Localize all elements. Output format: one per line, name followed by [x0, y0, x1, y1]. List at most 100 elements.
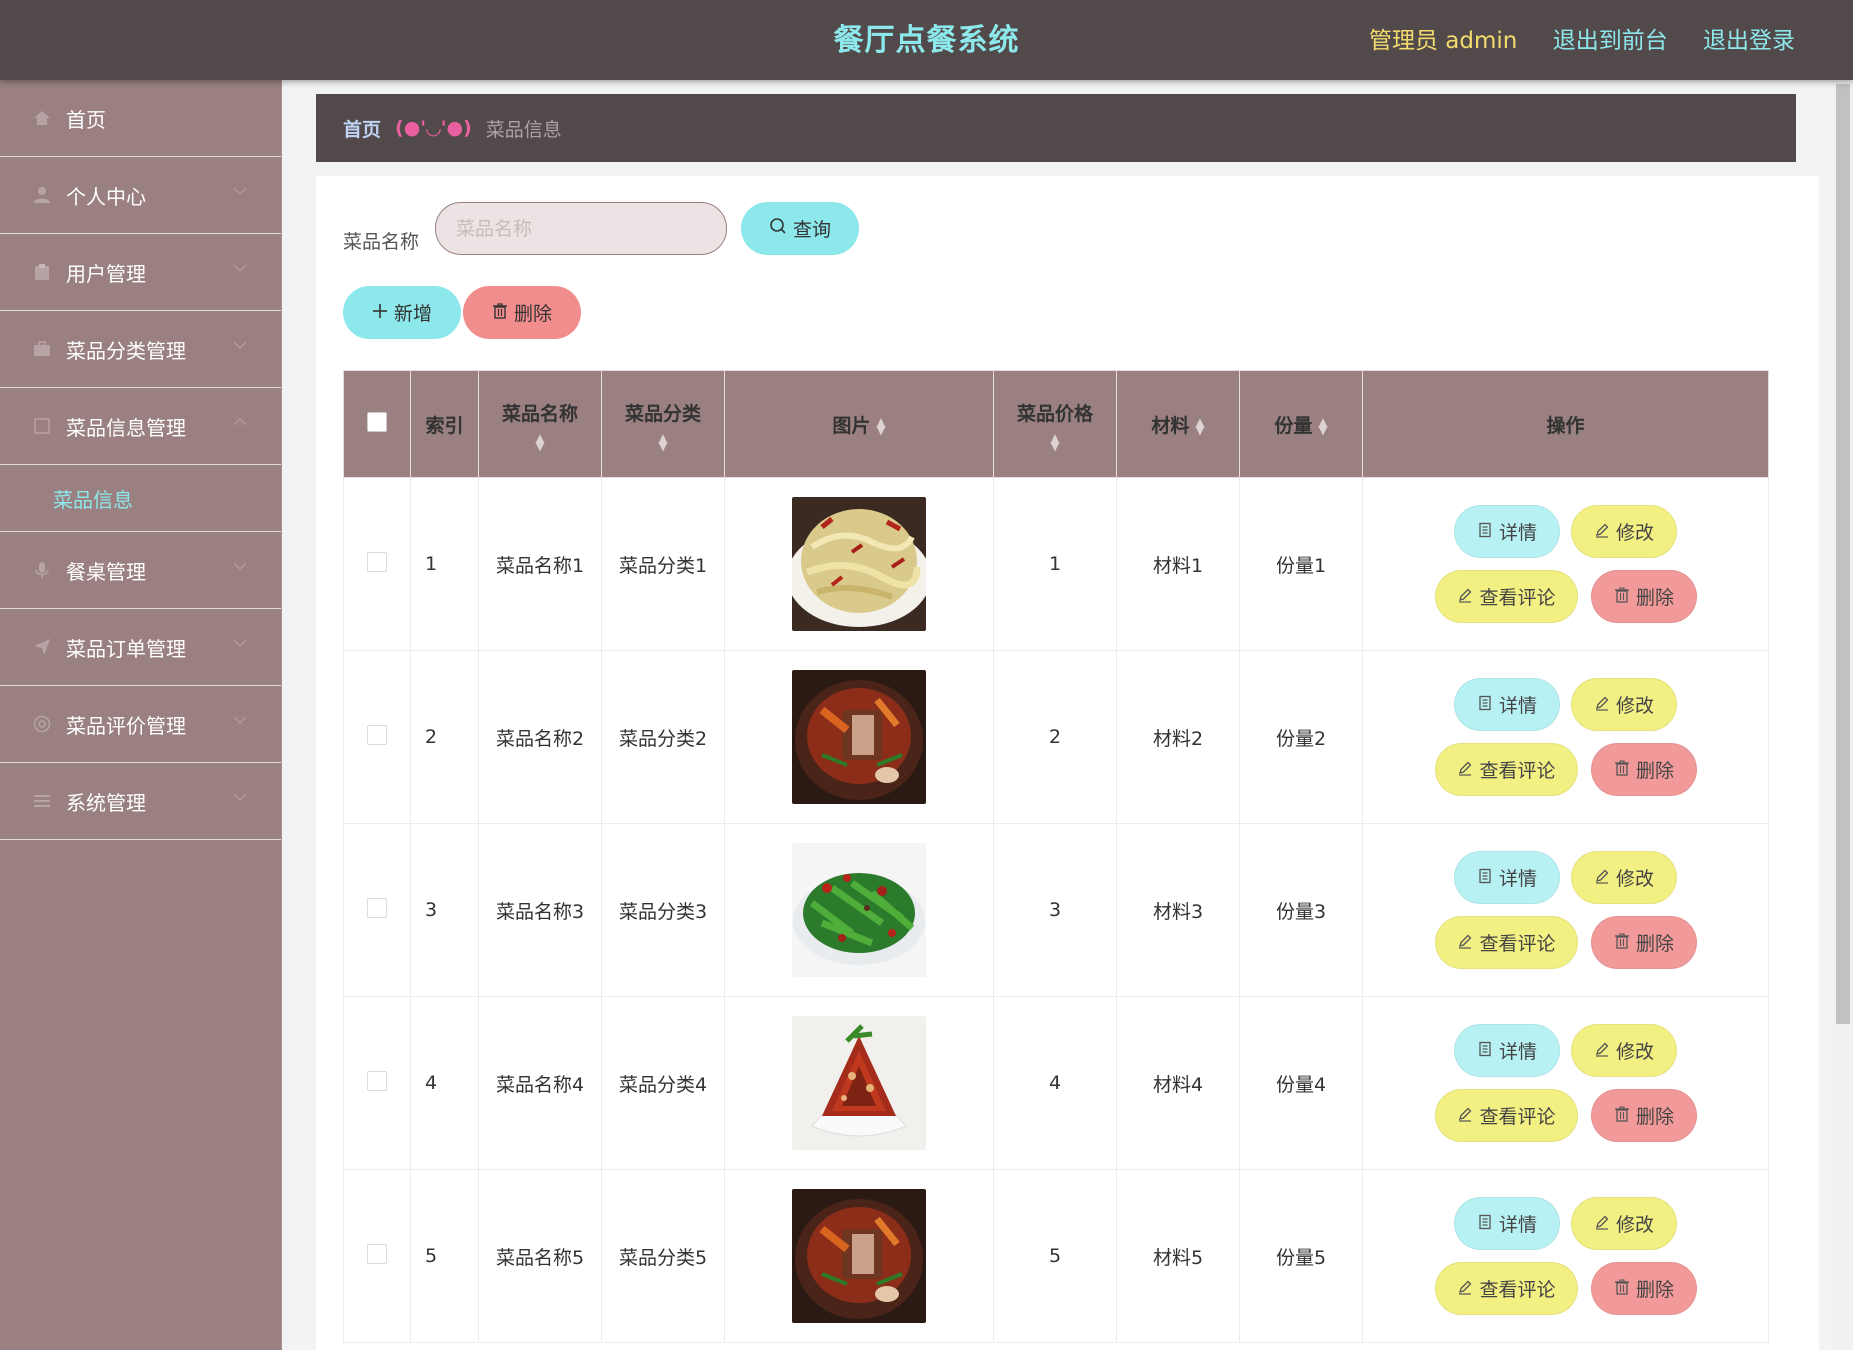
- delete-button-label: 删除: [1635, 587, 1674, 609]
- row-actions-cell: 详情 修改 查看评论 删除: [1362, 1169, 1769, 1343]
- search-icon: [769, 217, 787, 240]
- sort-icon[interactable]: ▲ ▼: [1195, 416, 1204, 436]
- dish-image[interactable]: [792, 497, 926, 631]
- row-actions-cell: 详情 修改 查看评论 删除: [1362, 823, 1769, 997]
- add-button[interactable]: 新增: [343, 286, 461, 339]
- view-comments-button[interactable]: 查看评论: [1435, 1262, 1578, 1315]
- row-checkbox[interactable]: [367, 724, 387, 745]
- row-dish-price: 4: [993, 996, 1117, 1170]
- edit-button[interactable]: 修改: [1571, 1024, 1677, 1077]
- col-image[interactable]: 图片 ▲ ▼: [724, 370, 994, 478]
- table-row: 4 菜品名称4 菜品分类4 4 材料4 份量4 详情 修改 查看评论 删除: [343, 996, 1769, 1170]
- view-comments-button[interactable]: 查看评论: [1435, 916, 1578, 969]
- dish-image[interactable]: [792, 1016, 926, 1150]
- col-name-label: 菜品名称: [501, 402, 578, 425]
- sidebar-item-dish-info-management[interactable]: 菜品信息管理: [0, 388, 281, 465]
- col-portion[interactable]: 份量 ▲ ▼: [1239, 370, 1363, 478]
- col-price[interactable]: 菜品价格 ▲ ▼: [993, 370, 1117, 478]
- logout-link[interactable]: 退出登录: [1703, 28, 1795, 54]
- edit-button[interactable]: 修改: [1571, 851, 1677, 904]
- sidebar-item-category-management[interactable]: 菜品分类管理: [0, 311, 281, 388]
- row-portion: 份量1: [1239, 477, 1363, 651]
- exit-to-front-link[interactable]: 退出到前台: [1553, 28, 1668, 54]
- sidebar-item-review-management[interactable]: 菜品评价管理: [0, 686, 281, 763]
- row-checkbox[interactable]: [367, 1070, 387, 1091]
- sidebar-item-home[interactable]: 首页: [0, 80, 281, 157]
- scrollbar-thumb[interactable]: [1836, 84, 1850, 1024]
- dish-image[interactable]: [792, 670, 926, 804]
- pencil-icon: [1457, 1278, 1473, 1300]
- sort-icon[interactable]: ▲ ▼: [1318, 416, 1327, 436]
- view-comments-button[interactable]: 查看评论: [1435, 1089, 1578, 1142]
- delete-button[interactable]: 删除: [1591, 916, 1697, 969]
- pencil-icon: [1594, 1213, 1610, 1235]
- search-input[interactable]: [435, 202, 727, 255]
- edit-button[interactable]: 修改: [1571, 678, 1677, 731]
- sort-icon[interactable]: ▲ ▼: [603, 432, 723, 452]
- document-icon: [1477, 521, 1493, 543]
- sort-icon[interactable]: ▲ ▼: [480, 432, 600, 452]
- detail-button[interactable]: 详情: [1454, 505, 1560, 558]
- document-icon: [1477, 694, 1493, 716]
- row-dish-name: 菜品名称2: [478, 650, 602, 824]
- sort-icon[interactable]: ▲ ▼: [876, 416, 885, 436]
- query-button-label: 查询: [792, 219, 831, 241]
- dish-image[interactable]: [792, 843, 926, 977]
- sidebar-item-system-management[interactable]: 系统管理: [0, 763, 281, 840]
- delete-button[interactable]: 删除: [1591, 570, 1697, 623]
- sidebar-item-user-management[interactable]: 用户管理: [0, 234, 281, 311]
- clipboard-icon: [32, 262, 52, 282]
- detail-button[interactable]: 详情: [1454, 851, 1560, 904]
- sidebar-item-label: 菜品分类管理: [66, 338, 186, 363]
- view-comments-button[interactable]: 查看评论: [1435, 743, 1578, 796]
- chevron-down-icon: [233, 339, 251, 357]
- pencil-icon: [1594, 867, 1610, 889]
- row-checkbox[interactable]: [367, 897, 387, 918]
- trash-icon: [1614, 586, 1630, 608]
- row-checkbox[interactable]: [367, 1243, 387, 1264]
- sort-icon[interactable]: ▲ ▼: [995, 432, 1115, 452]
- col-material[interactable]: 材料 ▲ ▼: [1116, 370, 1240, 478]
- batch-delete-button-label: 删除: [513, 303, 552, 325]
- list-icon: [32, 791, 52, 811]
- sidebar-item-order-management[interactable]: 菜品订单管理: [0, 609, 281, 686]
- delete-button[interactable]: 删除: [1591, 1262, 1697, 1315]
- sidebar-item-label: 菜品订单管理: [66, 636, 186, 661]
- delete-button[interactable]: 删除: [1591, 1089, 1697, 1142]
- dish-image[interactable]: [792, 1189, 926, 1323]
- view-comments-button-label: 查看评论: [1479, 1279, 1556, 1301]
- batch-delete-button[interactable]: 删除: [463, 286, 581, 339]
- trash-icon: [492, 302, 508, 324]
- page-scrollbar[interactable]: [1833, 80, 1853, 1350]
- document-icon: [1477, 1040, 1493, 1062]
- sidebar-item-personal-center[interactable]: 个人中心: [0, 157, 281, 234]
- table-header-row: 索引 菜品名称 ▲ ▼ 菜品分类 ▲ ▼ 图片 ▲ ▼ 菜品价格 ▲ ▼ 材料 ▲ ▼ 份量 ▲ ▼ 操…: [343, 370, 1769, 478]
- sidebar-item-table-management[interactable]: 餐桌管理: [0, 532, 281, 609]
- detail-button[interactable]: 详情: [1454, 1197, 1560, 1250]
- chevron-down-icon: [233, 791, 251, 809]
- detail-button[interactable]: 详情: [1454, 678, 1560, 731]
- view-comments-button[interactable]: 查看评论: [1435, 570, 1578, 623]
- row-checkbox[interactable]: [367, 551, 387, 572]
- sidebar: 首页 个人中心 用户管理 菜品分类管理 菜品信息管理 菜品信息 餐桌管理 菜品订…: [0, 80, 282, 1350]
- edit-button[interactable]: 修改: [1571, 505, 1677, 558]
- query-button[interactable]: 查询: [741, 202, 859, 255]
- row-material: 材料2: [1116, 650, 1240, 824]
- select-all-checkbox[interactable]: [367, 411, 387, 432]
- sidebar-subitem-dish-info[interactable]: 菜品信息: [0, 465, 281, 532]
- edit-button[interactable]: 修改: [1571, 1197, 1677, 1250]
- top-bar: 餐厅点餐系统 管理员 admin 退出到前台 退出登录: [0, 0, 1853, 80]
- pencil-icon: [1457, 1105, 1473, 1127]
- delete-button-label: 删除: [1635, 933, 1674, 955]
- pencil-icon: [1457, 586, 1473, 608]
- breadcrumb-home-link[interactable]: 首页: [343, 115, 381, 142]
- row-dish-name: 菜品名称5: [478, 1169, 602, 1343]
- search-label: 菜品名称: [343, 231, 420, 253]
- detail-button-label: 详情: [1498, 695, 1537, 717]
- delete-button[interactable]: 删除: [1591, 743, 1697, 796]
- detail-button[interactable]: 详情: [1454, 1024, 1560, 1077]
- col-category[interactable]: 菜品分类 ▲ ▼: [601, 370, 725, 478]
- row-image-cell: [724, 823, 994, 997]
- row-select-cell: [343, 477, 411, 651]
- col-name[interactable]: 菜品名称 ▲ ▼: [478, 370, 602, 478]
